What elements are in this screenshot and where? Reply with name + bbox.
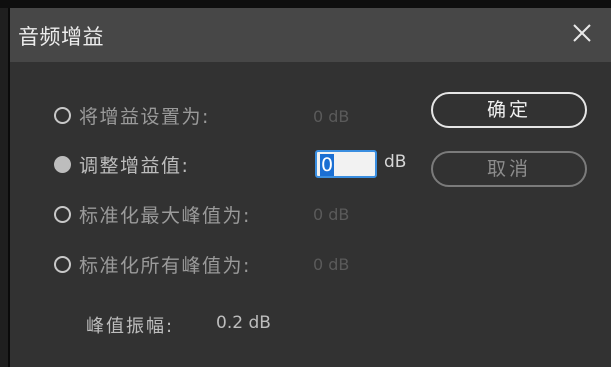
option-normalize-all-peaks-label: 标准化所有峰值为: [79, 254, 251, 277]
normalize-max-peak-value: 0 dB [313, 205, 350, 224]
radio-adjust-gain[interactable] [54, 155, 71, 173]
option-normalize-max-peak[interactable]: 标准化最大峰值为: [54, 199, 251, 229]
top-strip [0, 0, 611, 8]
gain-input[interactable]: 0 [315, 150, 377, 178]
audio-gain-dialog: 音频增益 将增益设置为: 0 dB 调整增益值: 0 dB 标准化最大峰值为: … [8, 8, 611, 367]
option-normalize-max-peak-label: 标准化最大峰值为: [79, 204, 251, 227]
set-gain-value: 0 dB [313, 107, 350, 126]
normalize-all-peaks-value: 0 dB [313, 255, 350, 274]
dialog-title: 音频增益 [18, 25, 104, 49]
title-bar[interactable]: 音频增益 [10, 8, 611, 62]
radio-set-gain[interactable] [54, 106, 71, 124]
radio-normalize-max-peak[interactable] [54, 205, 71, 223]
peak-amplitude-label: 峰值振幅: [86, 316, 175, 337]
option-adjust-gain-label: 调整增益值: [79, 154, 190, 177]
option-normalize-all-peaks[interactable]: 标准化所有峰值为: [54, 249, 251, 279]
radio-normalize-all-peaks[interactable] [54, 255, 71, 273]
option-adjust-gain[interactable]: 调整增益值: [54, 149, 189, 179]
close-icon[interactable] [571, 22, 593, 44]
cancel-button[interactable]: 取消 [431, 151, 587, 187]
ok-button[interactable]: 确定 [431, 92, 587, 128]
gain-input-value: 0 [320, 154, 334, 176]
screen-background: 音频增益 将增益设置为: 0 dB 调整增益值: 0 dB 标准化最大峰值为: … [0, 0, 611, 367]
option-set-gain-label: 将增益设置为: [79, 105, 210, 128]
peak-amplitude-value: 0.2 dB [216, 313, 271, 333]
gain-unit: dB [384, 152, 407, 172]
option-set-gain[interactable]: 将增益设置为: [54, 100, 210, 130]
